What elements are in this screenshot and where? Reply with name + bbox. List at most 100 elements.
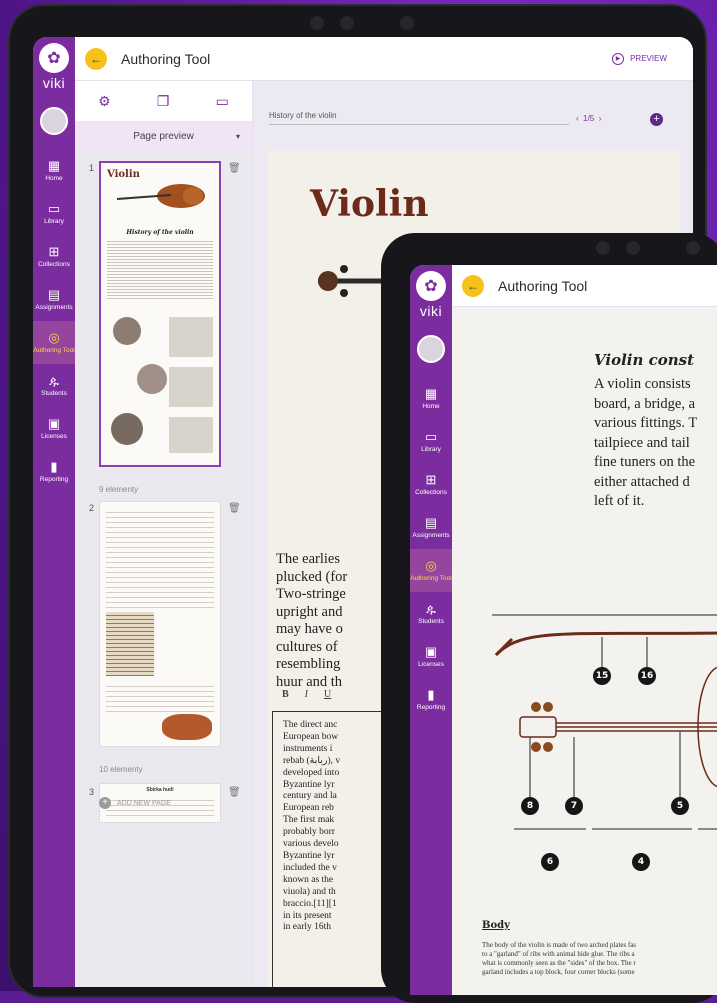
text-line: garland includes a top block, four corne… — [482, 968, 635, 976]
page-list: 1 Violin History of the violin 🗑 9 eleme… — [75, 151, 252, 987]
nav-label: Students — [41, 390, 67, 398]
camera — [310, 16, 324, 30]
top-bar: ← Authoring Tool ▶ PREVIEW — [75, 37, 693, 81]
text-line: A violin consists — [594, 376, 691, 392]
nav-label: Authoring Tool — [33, 347, 75, 355]
nav-reporting[interactable]: ▮ Reporting — [33, 450, 75, 493]
camera — [340, 16, 354, 30]
body-heading: Body — [482, 920, 510, 931]
page-thumbnail[interactable]: Violin History of the violin — [99, 161, 221, 467]
nav-home[interactable]: ▦ Home — [33, 149, 75, 192]
underline-button[interactable]: U — [324, 689, 331, 700]
nav-label: Authoring Tool — [410, 575, 452, 583]
nav-authoring-tool[interactable]: ◎ Authoring Tool — [33, 321, 75, 364]
arrow-left-icon: ← — [467, 278, 479, 293]
trash-icon[interactable]: 🗑 — [228, 163, 241, 174]
marker-4: 4 — [632, 853, 650, 871]
page-heading: Violin — [310, 183, 429, 225]
nav-authoring-tool[interactable]: ◎ Authoring Tool — [410, 549, 452, 592]
section-heading: Violin const — [594, 351, 695, 369]
nav-label: Licenses — [418, 661, 444, 669]
nav-label: Collections — [415, 489, 447, 497]
nav-students[interactable]: ዹ Students — [33, 364, 75, 407]
window-icon: ▭ — [215, 92, 229, 109]
back-button[interactable]: ← — [462, 274, 484, 297]
element-count: 9 elementy — [99, 485, 139, 494]
text-line: Byzantine lyr — [283, 779, 335, 790]
nav-assignments[interactable]: ▤ Assignments — [410, 506, 452, 549]
sheet-music-image — [106, 612, 154, 676]
assignments-icon: ▤ — [47, 286, 61, 302]
text-line: European bow — [283, 731, 339, 742]
app-title: Authoring Tool — [498, 277, 588, 294]
back-button[interactable]: ← — [85, 47, 107, 70]
pages-icon: ❐ — [156, 92, 170, 109]
marker-7: 7 — [565, 797, 583, 815]
nav-library[interactable]: ▭ Library — [410, 420, 452, 463]
nav-label: Students — [418, 618, 444, 626]
violin-diagram — [492, 614, 717, 830]
add-page-button[interactable]: + ADD NEW PAGE — [99, 797, 171, 809]
italic-button[interactable]: I — [305, 689, 308, 700]
nav-label: Home — [45, 175, 63, 183]
text-line: The first mak — [283, 815, 335, 826]
violins-image — [162, 714, 212, 740]
nav-home[interactable]: ▦ Home — [410, 377, 452, 420]
sidebar: ✿ viki ▦ Home ▭ Library ⊞ Collections ▤ Assi… — [33, 37, 75, 987]
body-paragraph: The body of the violin is made of two ar… — [482, 941, 717, 977]
page-indicator: 1/5 — [583, 114, 595, 123]
nav-reporting[interactable]: ▮ Reporting — [410, 678, 452, 721]
viki-logo[interactable]: ✿ — [416, 271, 446, 301]
page-thumbnail[interactable] — [99, 501, 221, 747]
preview-button[interactable]: ▶ PREVIEW — [612, 52, 667, 65]
thumb-header: Sbírka hudi — [146, 787, 174, 793]
prev-page-button[interactable]: ‹ — [576, 114, 579, 123]
reporting-icon: ▮ — [427, 686, 435, 702]
page-title-field[interactable]: History of the violin — [269, 111, 569, 125]
text-line: braccio.[11][1 — [283, 898, 337, 909]
preview-label: PREVIEW — [630, 54, 667, 63]
nav-collections[interactable]: ⊞ Collections — [410, 463, 452, 506]
trash-icon[interactable]: 🗑 — [228, 787, 241, 798]
avatar[interactable] — [417, 335, 445, 363]
avatar[interactable] — [40, 107, 68, 135]
nav-assignments[interactable]: ▤ Assignments — [33, 278, 75, 321]
bold-button[interactable]: B — [282, 689, 289, 700]
page-number: 3 — [89, 787, 95, 797]
library-icon: ▭ — [47, 200, 61, 216]
text-line: Byzantine lyr — [283, 850, 335, 861]
next-page-button[interactable]: › — [599, 114, 602, 123]
nav-licenses[interactable]: ▣ Licenses — [33, 407, 75, 450]
palette-icon: ◎ — [48, 329, 60, 345]
settings-tab[interactable]: ⚙ — [88, 87, 121, 116]
text-line: fine tuners on the — [594, 454, 696, 470]
marker-8: 8 — [521, 797, 539, 815]
pages-tab[interactable]: ❐ — [136, 87, 189, 126]
text-line: in its present — [283, 910, 332, 921]
text-line: century and la — [283, 791, 337, 802]
nav-label: Collections — [38, 261, 70, 269]
text-line: left of it. — [594, 493, 645, 509]
library-icon: ▭ — [424, 428, 438, 444]
nav-collections[interactable]: ⊞ Collections — [33, 235, 75, 278]
text-line: board, a bridge, a — [594, 395, 696, 412]
nav-students[interactable]: ዹ Students — [410, 592, 452, 635]
students-icon: ዹ — [426, 600, 436, 616]
nav-licenses[interactable]: ▣ Licenses — [410, 635, 452, 678]
sidebar: ✿ viki ▦ Home ▭ Library ⊞ Collections ▤ Assi… — [410, 265, 452, 995]
camera — [400, 16, 414, 30]
collections-icon: ⊞ — [425, 471, 437, 487]
page-preview-select[interactable]: Page preview ▾ — [75, 121, 252, 151]
add-element-button[interactable]: + — [650, 113, 663, 126]
nav-label: Home — [422, 403, 440, 411]
text-line: The body of the violin is made of two ar… — [482, 941, 637, 949]
thumb-text — [106, 682, 214, 712]
trash-icon[interactable]: 🗑 — [228, 503, 241, 514]
layout-tab[interactable]: ▭ — [206, 87, 239, 116]
camera — [596, 241, 610, 255]
camera — [626, 241, 640, 255]
text-editor-box[interactable]: The direct anc European bow instruments … — [272, 711, 392, 987]
licenses-icon: ▣ — [47, 415, 61, 431]
nav-library[interactable]: ▭ Library — [33, 192, 75, 235]
viki-logo[interactable]: ✿ — [39, 43, 69, 73]
